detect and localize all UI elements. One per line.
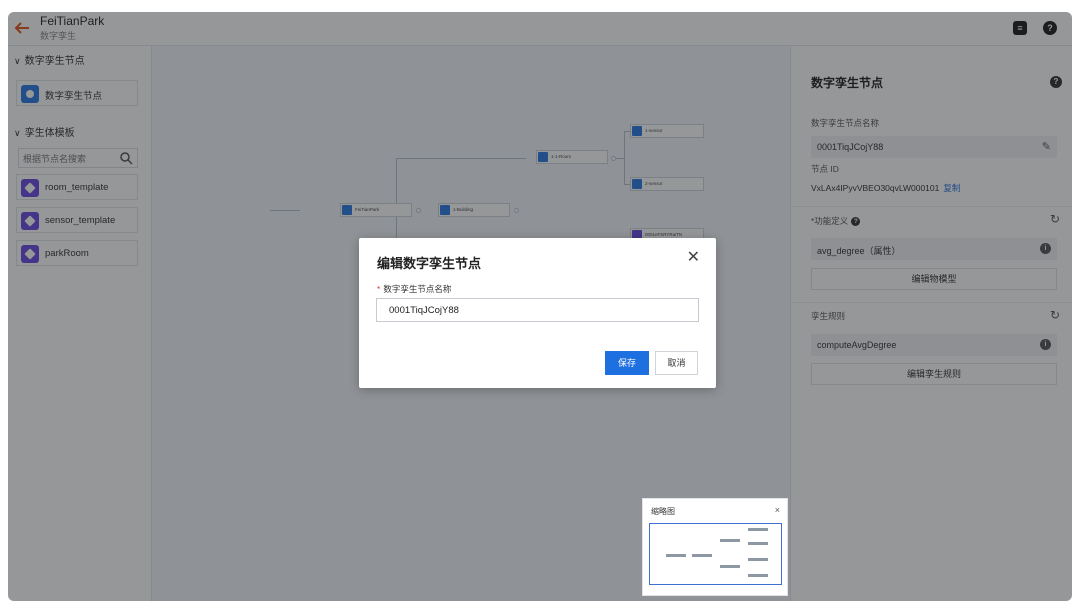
minimap-node: [666, 554, 686, 557]
required-mark: *: [377, 284, 381, 294]
minimap-title: 缩略图: [651, 507, 675, 516]
minimap[interactable]: 缩略图 ×: [642, 498, 788, 596]
save-button[interactable]: 保存: [605, 351, 649, 375]
cancel-button[interactable]: 取消: [655, 351, 698, 375]
node-name-input[interactable]: [376, 298, 699, 322]
dialog-title: 编辑数字孪生节点: [377, 256, 482, 271]
minimap-node: [748, 558, 768, 561]
minimap-node: [692, 554, 712, 557]
field-label-text: 数字孪生节点名称: [383, 284, 452, 294]
minimap-node: [748, 542, 768, 545]
minimap-viewport[interactable]: [649, 523, 782, 585]
edit-node-dialog: 编辑数字孪生节点 ✕ *数字孪生节点名称 保存 取消: [359, 238, 716, 388]
field-label: * 数字孪生节点名称: [377, 283, 451, 295]
app-window: FeiTianPark 数字孪生 ≡ ? ∨ 数字孪生节点 数字孪生节点 ∨ 孪生体…: [8, 12, 1072, 601]
minimap-node: [748, 528, 768, 531]
close-icon[interactable]: ×: [775, 505, 780, 515]
minimap-node: [748, 574, 768, 577]
minimap-node: [720, 565, 740, 568]
minimap-node: [720, 539, 740, 542]
close-icon[interactable]: ✕: [687, 250, 700, 266]
